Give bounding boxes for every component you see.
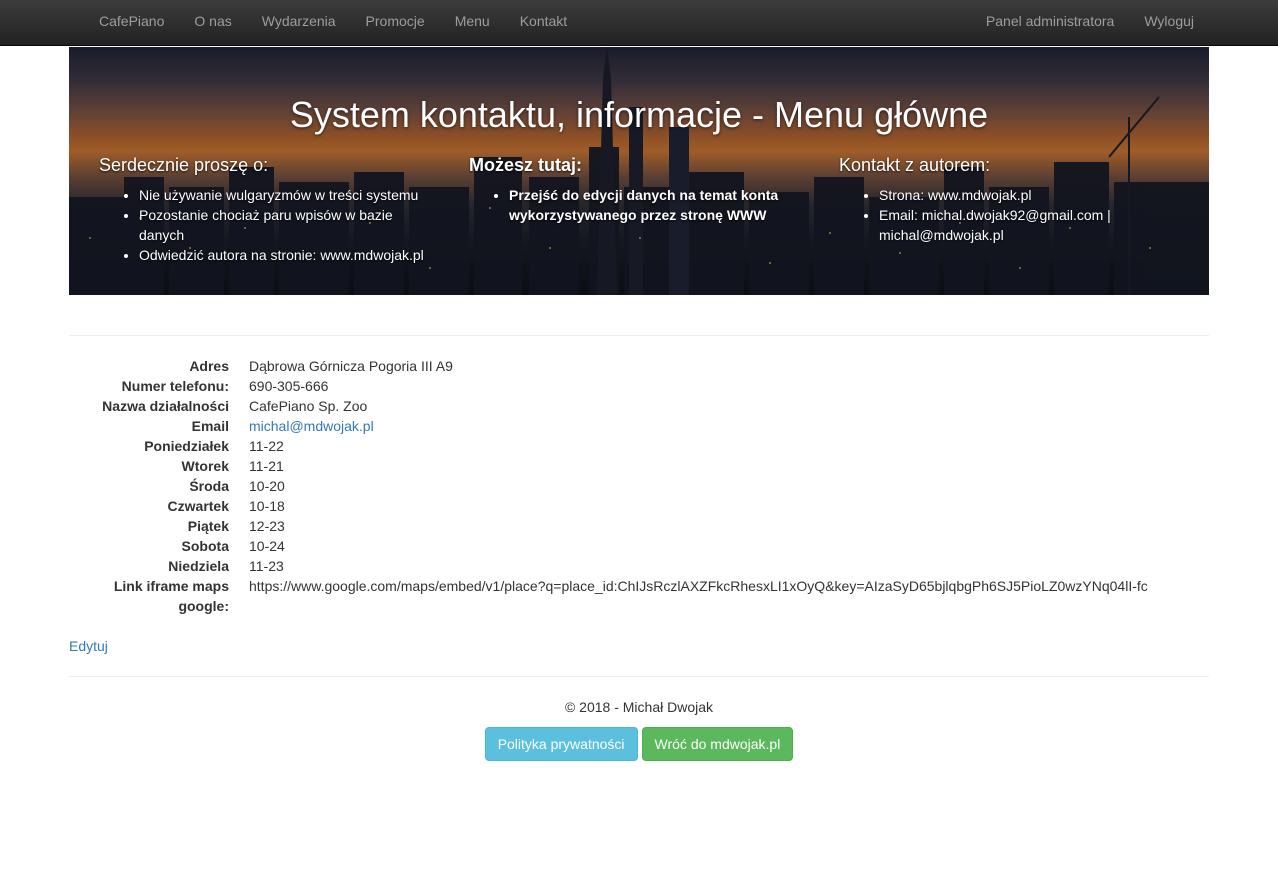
detail-label: Poniedziałek [144, 438, 229, 454]
hero-column-actions: Możesz tutaj: Przejść do edycji danych n… [469, 153, 809, 225]
detail-value: CafePiano Sp. Zoo [249, 398, 368, 414]
detail-row-thursday: Czwartek 10-18 [69, 496, 1209, 516]
privacy-policy-button[interactable]: Polityka prywatności [484, 727, 638, 761]
hero-column-requests: Serdecznie proszę o: Nie używanie wulgar… [99, 153, 439, 265]
footer-copyright: © 2018 - Michał Dwojak [564, 699, 714, 715]
detail-label: Email [191, 418, 229, 434]
detail-label: Wtorek [181, 458, 229, 474]
detail-row-phone: Numer telefonu: 690-305-666 [69, 376, 1209, 396]
nav-item-logout[interactable]: Wyloguj [1129, 0, 1209, 46]
detail-value: 690-305-666 [249, 378, 329, 394]
hero-column-list: Przejść do edycji danych na temat konta … [469, 185, 809, 225]
detail-label: Niedziela [168, 558, 229, 574]
detail-row-business-name: Nazwa działalności CafePiano Sp. Zoo [69, 396, 1209, 416]
list-item: Przejść do edycji danych na temat konta … [509, 185, 809, 225]
detail-label: Numer telefonu: [121, 378, 229, 394]
nav-item-admin-panel[interactable]: Panel administratora [971, 0, 1129, 46]
detail-label: Piątek [187, 518, 229, 534]
navbar-brand[interactable]: CafePiano [84, 0, 179, 46]
hero-column-list: Strona: www.mdwojak.pl Email: michal.dwo… [839, 185, 1179, 245]
list-item: Nie używanie wulgaryzmów w treści system… [139, 185, 439, 205]
detail-value: Dąbrowa Górnicza Pogoria III A9 [249, 358, 453, 374]
detail-value: 11-23 [249, 558, 284, 574]
contact-details-list: Adres Dąbrowa Górnicza Pogoria III A9 Nu… [69, 356, 1209, 616]
hero-column-heading: Możesz tutaj: [469, 155, 583, 175]
hero-column-contact: Kontakt z autorem: Strona: www.mdwojak.p… [839, 153, 1179, 245]
detail-label: Adres [189, 358, 229, 374]
page-title: System kontaktu, informacje - Menu główn… [289, 94, 989, 135]
detail-row-email: Email michal@mdwojak.pl [69, 416, 1209, 436]
detail-label: Środa [189, 478, 229, 494]
hero-banner: System kontaktu, informacje - Menu główn… [69, 47, 1209, 295]
list-item: Email: michal.dwojak92@gmail.com | micha… [879, 205, 1179, 245]
list-item: Strona: www.mdwojak.pl [879, 185, 1179, 205]
detail-row-wednesday: Środa 10-20 [69, 476, 1209, 496]
email-link[interactable]: michal@mdwojak.pl [249, 418, 374, 434]
detail-value: https://www.google.com/maps/embed/v1/pla… [249, 578, 1148, 594]
detail-value-container: michal@mdwojak.pl [249, 416, 374, 436]
detail-row-friday: Piątek 12-23 [69, 516, 1209, 536]
list-item: Odwiedzić autora na stronie: www.mdwojak… [139, 245, 439, 265]
nav-item-o-nas[interactable]: O nas [179, 0, 246, 46]
detail-value: 10-18 [249, 498, 285, 514]
navbar-left-menu: CafePiano O nas Wydarzenia Promocje Menu… [84, 0, 582, 46]
hero-column-list: Nie używanie wulgaryzmów w treści system… [99, 185, 439, 265]
back-to-mdwojak-button[interactable]: Wróć do mdwojak.pl [641, 727, 794, 761]
edit-link[interactable]: Edytuj [69, 636, 108, 656]
detail-label: Link iframe maps google: [113, 578, 229, 614]
list-item: Pozostanie chociaż paru wpisów w bazie d… [139, 205, 439, 245]
detail-value: 12-23 [249, 518, 285, 534]
footer-buttons: Polityka prywatności Wróć do mdwojak.pl [0, 727, 1278, 761]
nav-item-menu[interactable]: Menu [440, 0, 505, 46]
detail-row-maps-iframe-link: Link iframe maps google: https://www.goo… [69, 576, 1209, 616]
detail-row-sunday: Niedziela 11-23 [69, 556, 1209, 576]
divider [69, 335, 1209, 336]
detail-value: 11-21 [249, 458, 284, 474]
detail-label: Nazwa działalności [102, 398, 229, 414]
nav-item-wydarzenia[interactable]: Wydarzenia [247, 0, 351, 46]
detail-row-tuesday: Wtorek 11-21 [69, 456, 1209, 476]
detail-row-monday: Poniedziałek 11-22 [69, 436, 1209, 456]
hero-column-heading: Serdecznie proszę o: [99, 155, 269, 175]
detail-row-address: Adres Dąbrowa Górnicza Pogoria III A9 [69, 356, 1209, 376]
hero-column-heading: Kontakt z autorem: [839, 155, 991, 175]
detail-value: 10-20 [249, 478, 285, 494]
nav-item-kontakt[interactable]: Kontakt [505, 0, 582, 46]
top-navbar: CafePiano O nas Wydarzenia Promocje Menu… [0, 0, 1278, 46]
detail-label: Czwartek [167, 498, 229, 514]
divider [69, 676, 1209, 677]
detail-value: 10-24 [249, 538, 285, 554]
detail-label: Sobota [181, 538, 229, 554]
detail-row-saturday: Sobota 10-24 [69, 536, 1209, 556]
nav-item-promocje[interactable]: Promocje [351, 0, 440, 46]
navbar-right-menu: Panel administratora Wyloguj [971, 0, 1209, 46]
detail-value: 11-22 [249, 438, 284, 454]
